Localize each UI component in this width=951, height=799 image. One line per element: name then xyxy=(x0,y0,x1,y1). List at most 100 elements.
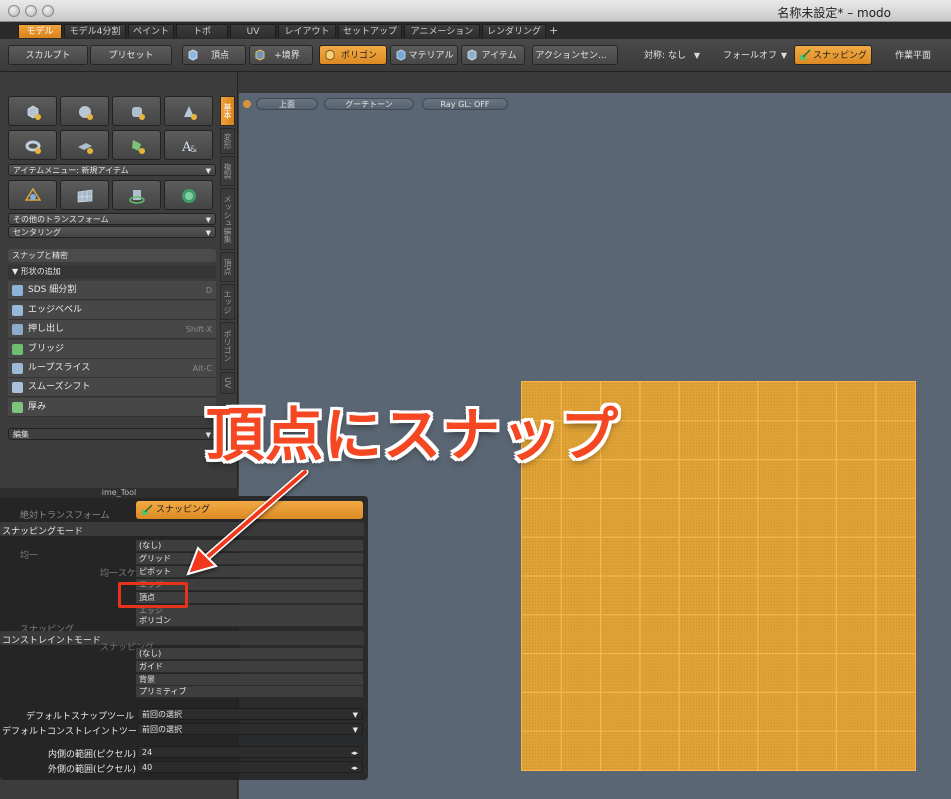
edit-dropdown[interactable]: 編集 ▼ xyxy=(8,428,216,440)
vtab-vertex[interactable]: 頂点 xyxy=(220,252,235,282)
chevron-down-icon: ▼ xyxy=(205,216,211,224)
item-menu-dropdown[interactable]: アイテムメニュー: 新規アイテム ▼ xyxy=(8,164,216,176)
vtab-mesh-edit[interactable]: メッシュ編集 xyxy=(220,188,235,250)
vertex-highlight-box xyxy=(118,582,188,608)
view-type-button[interactable]: 上面 xyxy=(256,98,318,110)
falloff-dropdown[interactable]: フォールオフ ▼ xyxy=(708,45,792,65)
transform-button[interactable] xyxy=(8,180,57,210)
tool-shortcut: Alt-C xyxy=(192,364,212,373)
polygon-mode-icon xyxy=(325,49,335,61)
tab-topo[interactable]: トポ xyxy=(176,24,228,38)
tab-uv[interactable]: UV xyxy=(230,24,276,38)
inner-range-field[interactable]: 24 ◂▸ xyxy=(137,746,363,758)
tool-label: スムーズシフト xyxy=(28,382,91,392)
tab-layout[interactable]: レイアウト xyxy=(278,24,336,38)
vtab-basic[interactable]: 基本 xyxy=(220,96,235,126)
sculpt-button[interactable]: スカルプト xyxy=(8,45,88,65)
workplane-dropdown[interactable]: 作業平面 xyxy=(878,45,948,65)
torus-button[interactable] xyxy=(8,130,57,160)
snapping-mode-label: スナッピングモード xyxy=(2,527,84,537)
chevron-down-icon: ▼ xyxy=(693,51,700,60)
default-snap-tool-dropdown[interactable]: 前回の選択 ▼ xyxy=(137,708,363,720)
text-tool-button[interactable]: A & xyxy=(164,130,213,160)
tool-sds-subdivide[interactable]: SDS 細分割 D xyxy=(8,281,216,300)
centering-dropdown[interactable]: センタリング ▼ xyxy=(8,226,216,238)
zoom-window-button[interactable] xyxy=(42,5,54,17)
world-button[interactable] xyxy=(164,180,213,210)
viewport-menu-dot-icon[interactable] xyxy=(243,100,251,108)
tab-model[interactable]: モデル xyxy=(18,24,62,38)
tool-thicken[interactable]: 厚み xyxy=(8,398,216,417)
constraint-mode-guide[interactable]: ガイド xyxy=(136,661,363,673)
vertex-mode-button[interactable]: 頂点 xyxy=(182,45,246,65)
tool-bridge[interactable]: ブリッジ xyxy=(8,340,216,359)
add-shape-header[interactable]: ▼ 形状の追加 xyxy=(8,265,216,279)
material-mode-button[interactable]: マテリアル xyxy=(390,45,458,65)
shading-button[interactable]: グーチトーン xyxy=(324,98,414,110)
rotate-button[interactable] xyxy=(112,180,161,210)
cube-button[interactable] xyxy=(8,96,57,126)
stepper-icon[interactable]: ◂▸ xyxy=(351,747,358,759)
tab-animation[interactable]: アニメーション xyxy=(404,24,480,38)
default-constraint-tool-dropdown[interactable]: 前回の選択 ▼ xyxy=(137,723,363,735)
constraint-mode-none[interactable]: (なし) xyxy=(136,648,363,660)
edge-mode-label: +境界 xyxy=(274,51,300,61)
action-center-dropdown[interactable]: アクションセン... xyxy=(532,45,618,65)
thicken-icon xyxy=(12,402,23,413)
vtab-uv[interactable]: UV xyxy=(220,372,235,394)
item-mode-icon xyxy=(467,49,477,61)
globe-icon xyxy=(182,189,196,203)
snapping-toggle[interactable]: スナッピング xyxy=(794,45,872,65)
cube-icon xyxy=(27,105,41,120)
grid-transform-button[interactable] xyxy=(60,180,109,210)
loop-slice-icon xyxy=(12,363,23,374)
vertex-mode-icon xyxy=(188,49,198,61)
inner-range-value: 24 xyxy=(142,748,153,757)
polygon-mode-label: ポリゴン xyxy=(340,51,377,61)
vtab-edge[interactable]: エッジ xyxy=(220,284,235,320)
snap-mode-polygon[interactable]: ポリゴン xyxy=(136,615,363,627)
tab-render[interactable]: レンダリング xyxy=(482,24,546,38)
tool-label: 厚み xyxy=(28,402,47,412)
tool-extrude[interactable]: 押し出し Shift-X xyxy=(8,320,216,339)
smooth-shift-icon xyxy=(12,382,23,393)
cylinder-button[interactable] xyxy=(112,96,161,126)
tool-loop-slice[interactable]: ループスライス Alt-C xyxy=(8,359,216,378)
constraint-mode-primitive[interactable]: プリミティブ xyxy=(136,686,363,698)
tool-label: ブリッジ xyxy=(28,344,65,354)
material-mode-label: マテリアル xyxy=(408,51,454,61)
raygl-button[interactable]: Ray GL: OFF xyxy=(422,98,508,110)
other-transform-dropdown[interactable]: その他のトランスフォーム ▼ xyxy=(8,213,216,225)
add-tab-button[interactable]: + xyxy=(549,24,558,37)
plane-button[interactable] xyxy=(60,130,109,160)
outer-range-field[interactable]: 40 ◂▸ xyxy=(137,761,363,773)
tool-label: 押し出し xyxy=(28,324,65,334)
uniform-label: 均一 xyxy=(20,551,39,561)
constraint-mode-background[interactable]: 背景 xyxy=(136,674,363,686)
minimize-window-button[interactable] xyxy=(25,5,37,17)
edge-mode-button[interactable]: +境界 xyxy=(249,45,313,65)
vtab-deform[interactable]: 変形 xyxy=(220,128,235,154)
tab-model-quad[interactable]: モデル4分割 xyxy=(64,24,126,38)
polygon-mode-button[interactable]: ポリゴン xyxy=(319,45,387,65)
tool-edge-bevel[interactable]: エッジベベル xyxy=(8,301,216,320)
vtab-polygon[interactable]: ポリゴン xyxy=(220,322,235,370)
symmetry-dropdown[interactable]: 対称: なし ▼ xyxy=(625,45,705,65)
vtab-duplicate[interactable]: 複製 xyxy=(220,156,235,186)
tool-smooth-shift[interactable]: スムーズシフト xyxy=(8,378,216,397)
tab-setup[interactable]: セットアップ xyxy=(338,24,402,38)
tab-paint[interactable]: ペイント xyxy=(128,24,174,38)
pen-button[interactable] xyxy=(112,130,161,160)
chevron-down-icon: ▼ xyxy=(780,51,787,60)
item-mode-button[interactable]: アイテム xyxy=(461,45,525,65)
preset-button[interactable]: プリセット xyxy=(90,45,172,65)
cone-button[interactable] xyxy=(164,96,213,126)
snap-precision-header[interactable]: スナップと精密 xyxy=(8,249,216,262)
stepper-icon[interactable]: ◂▸ xyxy=(351,762,358,774)
window-titlebar: 名称未設定* – modo xyxy=(0,0,951,22)
chevron-down-icon: ▼ xyxy=(205,229,211,237)
torus-icon xyxy=(25,140,41,154)
sphere-button[interactable] xyxy=(60,96,109,126)
workplane-label: 作業平面 xyxy=(894,51,931,61)
close-window-button[interactable] xyxy=(8,5,20,17)
